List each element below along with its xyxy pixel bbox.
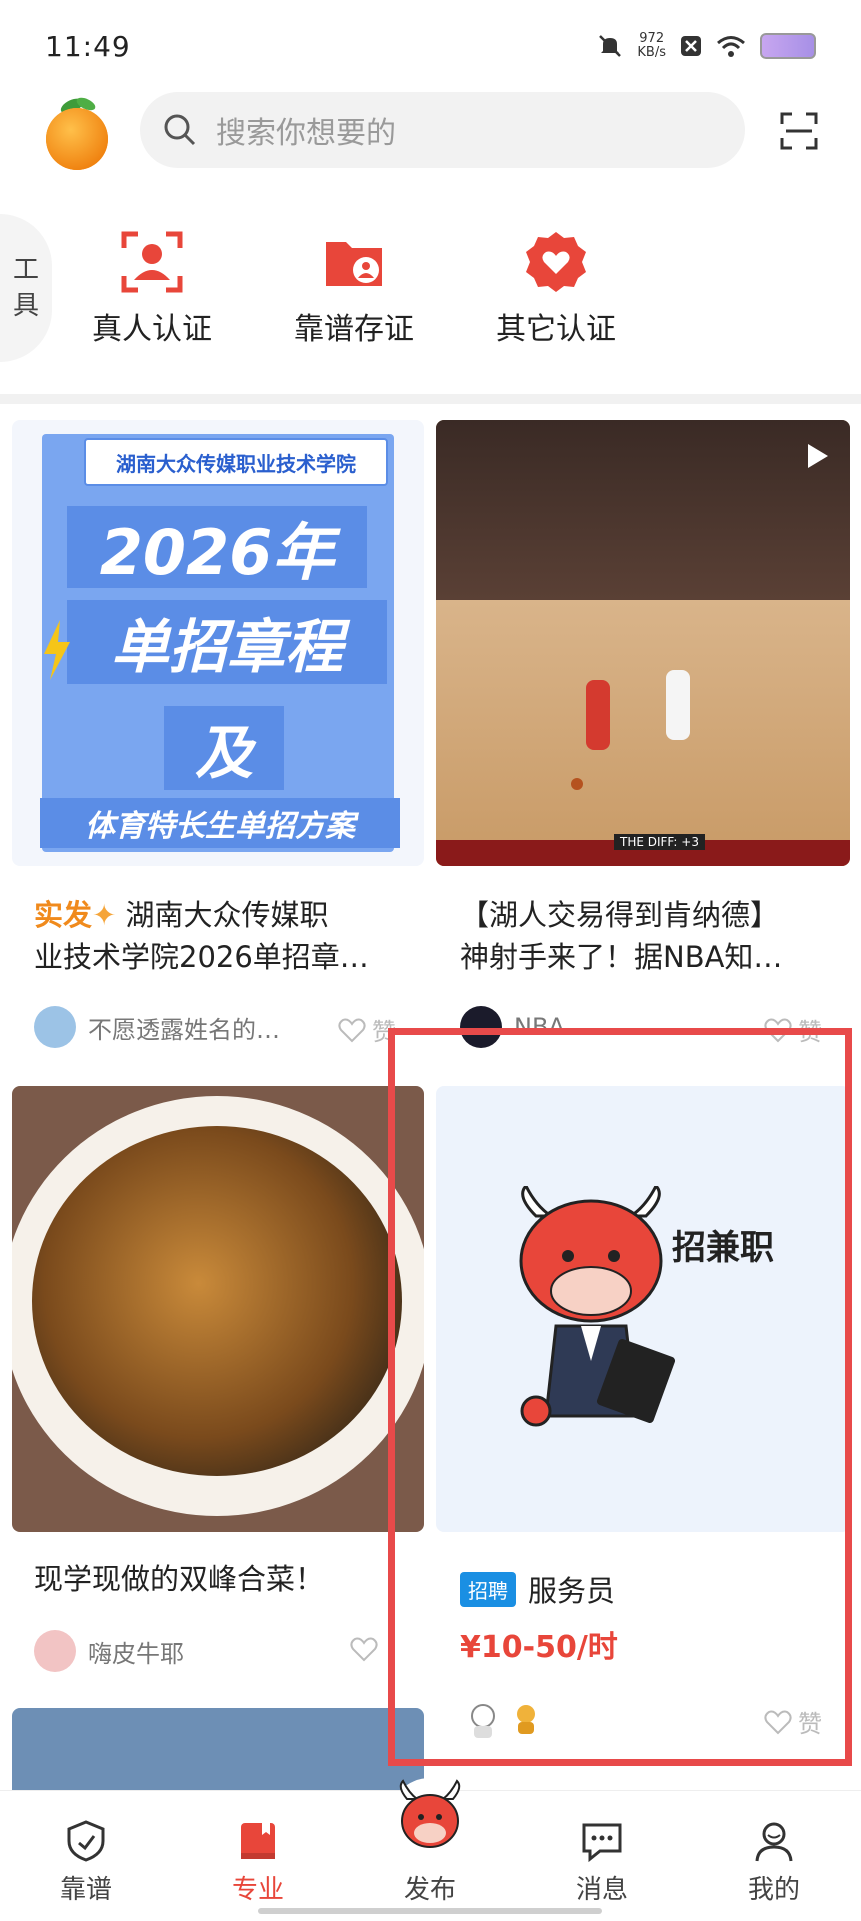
poster-line-2: 单招章程 — [67, 600, 387, 684]
card-food-title[interactable]: 现学现做的双峰合菜！ — [34, 1558, 424, 1600]
play-icon — [808, 444, 828, 468]
player-figure — [666, 670, 690, 740]
scan-icon[interactable] — [780, 112, 818, 150]
highlight-box — [388, 1028, 852, 1766]
nav-item-reliable[interactable]: 靠谱 — [26, 1819, 146, 1906]
nav-item-professional[interactable]: 专业 — [198, 1819, 318, 1906]
book-icon — [241, 1823, 275, 1859]
tool-label: 靠谱存证 — [294, 312, 414, 347]
title-badge: 实发 — [34, 898, 93, 932]
card-food-author[interactable]: 嗨皮牛耶 — [34, 1630, 184, 1672]
author-name: 不愿透露姓名的… — [88, 1015, 280, 1044]
tools-tab[interactable]: 工 具 — [0, 214, 52, 362]
nav-label: 发布 — [403, 1875, 456, 1905]
bottom-nav: 靠谱 专业 发布 消息 我的 — [0, 1778, 861, 1921]
title-line-2: 业技术学院2026单招章… — [34, 940, 369, 974]
status-time: 11:49 — [45, 30, 131, 63]
wifi-icon — [717, 36, 745, 57]
nav-item-publish[interactable]: 发布 — [370, 1777, 490, 1906]
tool-reliable-record[interactable]: 靠谱存证 — [274, 230, 434, 348]
speed-value: 972 — [639, 31, 665, 46]
avatar — [34, 1630, 76, 1672]
lightning-icon — [44, 620, 70, 680]
message-icon — [582, 1823, 622, 1863]
avatar — [34, 1006, 76, 1048]
folder-user-icon — [326, 242, 382, 286]
nav-label: 靠谱 — [59, 1875, 112, 1905]
tool-other-verify[interactable]: 其它认证 — [476, 230, 636, 348]
card-food-like[interactable] — [350, 1636, 378, 1662]
player-figure — [586, 680, 610, 750]
nav-label: 专业 — [231, 1875, 284, 1905]
nav-label: 我的 — [747, 1875, 800, 1905]
nav-label: 消息 — [575, 1875, 628, 1905]
title-line-1: 湖南大众传媒职 — [125, 898, 329, 932]
card-school-title[interactable]: 实发✦ 湖南大众传媒职 业技术学院2026单招章… — [34, 894, 424, 978]
food-dish — [32, 1126, 402, 1476]
tools-tab-label-1: 工 — [12, 255, 39, 285]
title-line-2: 神射手来了！据NBA知… — [460, 940, 783, 974]
badge-heart-icon — [526, 232, 586, 292]
search-icon — [164, 114, 196, 146]
battery-icon — [760, 33, 816, 59]
card-nba-title[interactable]: 【湖人交易得到肯纳德】 神射手来了！据NBA知… — [460, 894, 850, 978]
card-school-image[interactable]: 湖南大众传媒职业技术学院 2026年 单招章程 及 体育特长生单招方案 — [12, 420, 424, 866]
section-divider — [0, 394, 861, 404]
nav-item-me[interactable]: 我的 — [714, 1819, 834, 1906]
profile-icon — [755, 1822, 793, 1862]
network-speed: 972 KB/s — [637, 32, 666, 60]
heart-icon — [350, 1637, 378, 1662]
search-bar[interactable]: 搜索你想要的 — [140, 92, 745, 168]
status-icons: 972 KB/s — [597, 32, 816, 60]
orange-logo-icon[interactable] — [44, 92, 110, 170]
poster-line-1: 2026年 — [67, 506, 367, 589]
bull-logo-icon — [388, 1778, 472, 1862]
poster-school: 湖南大众传媒职业技术学院 — [84, 438, 388, 486]
card-school-author[interactable]: 不愿透露姓名的… — [34, 1006, 280, 1048]
person-verify-icon — [121, 231, 183, 293]
video-diff-label: THE DIFF: +3 — [614, 834, 705, 850]
card-nba-video[interactable]: THE DIFF: +3 — [436, 420, 850, 866]
home-indicator — [258, 1908, 602, 1914]
sparkle-icon: ✦ — [92, 898, 117, 932]
nav-item-messages[interactable]: 消息 — [542, 1819, 662, 1906]
card-food-image[interactable] — [12, 1086, 424, 1532]
shield-icon — [67, 1820, 105, 1862]
tools-tab-label-2: 具 — [12, 291, 39, 321]
poster-line-4: 体育特长生单招方案 — [40, 798, 400, 848]
speed-unit: KB/s — [637, 45, 666, 60]
heart-icon — [338, 1018, 366, 1042]
basketball — [571, 778, 583, 790]
poster-line-3: 及 — [164, 706, 284, 790]
author-name: 嗨皮牛耶 — [88, 1639, 184, 1668]
crowd-area — [436, 420, 850, 600]
tool-label: 真人认证 — [92, 312, 212, 347]
search-placeholder: 搜索你想要的 — [216, 116, 396, 151]
tool-real-person-verify[interactable]: 真人认证 — [72, 230, 232, 348]
sim-x-icon — [681, 36, 701, 56]
tool-label: 其它认证 — [496, 312, 616, 347]
court-floor — [436, 600, 850, 866]
mute-icon — [599, 35, 622, 57]
title-line-1: 【湖人交易得到肯纳德】 — [460, 898, 780, 932]
